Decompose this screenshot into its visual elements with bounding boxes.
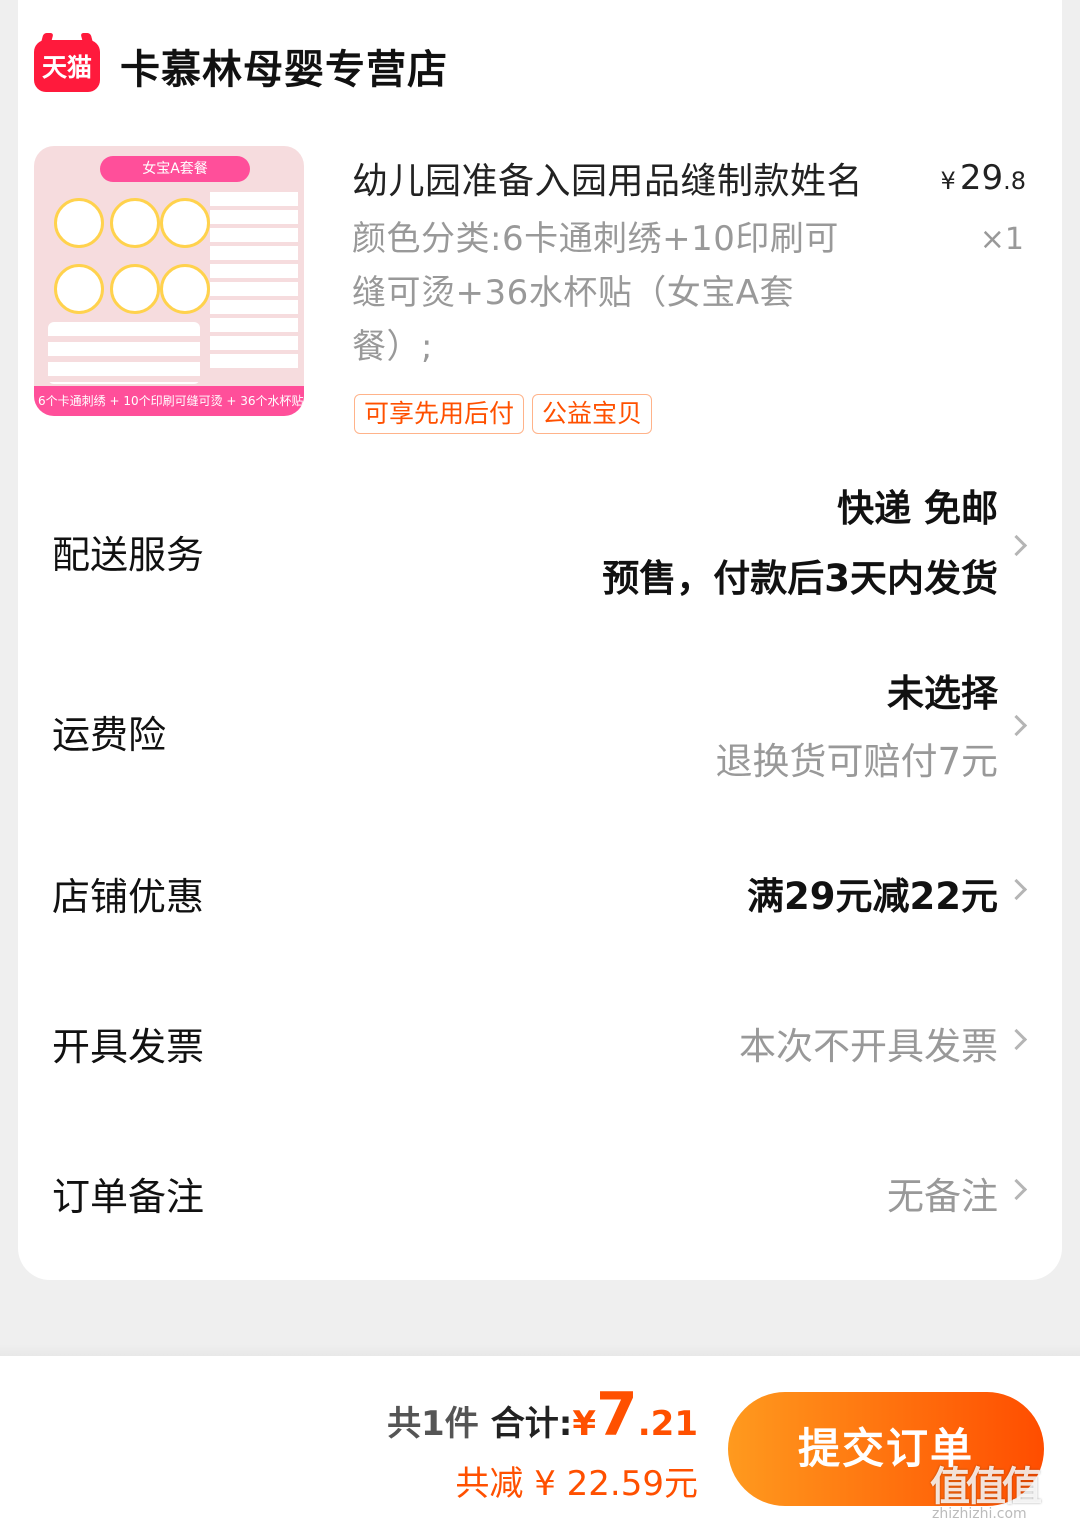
- product-price: ¥29.8: [940, 158, 1026, 198]
- delivery-method: 快递 免邮: [837, 487, 998, 530]
- product-tags: 可享先用后付 公益宝贝: [354, 394, 653, 434]
- remark-row[interactable]: 订单备注 无备注: [52, 1162, 1028, 1222]
- delivery-row[interactable]: 配送服务 快递 免邮 预售，付款后3天内发货: [52, 484, 1028, 614]
- product-quantity: ×1: [979, 222, 1024, 257]
- patch-sun: [110, 198, 160, 248]
- product-title[interactable]: 幼儿园准备入园用品缝制款姓名: [352, 152, 863, 204]
- patch-princess: [160, 264, 210, 314]
- patch-rabbit: [54, 198, 104, 248]
- total-integer: 7: [596, 1380, 638, 1450]
- chevron-right-icon: [1005, 878, 1028, 901]
- invoice-label: 开具发票: [52, 1025, 205, 1069]
- chevron-right-icon: [1005, 1028, 1028, 1051]
- label-ovals: [48, 322, 200, 384]
- discount-row[interactable]: 店铺优惠 满29元减22元: [52, 862, 1028, 922]
- store-name[interactable]: 卡慕林母婴专营店: [120, 37, 448, 95]
- patch-cat: [160, 198, 210, 248]
- invoice-row[interactable]: 开具发票 本次不开具发票: [52, 1012, 1028, 1072]
- tmall-logo: 天猫: [34, 40, 100, 92]
- insurance-label: 运费险: [52, 713, 167, 757]
- invoice-value: 本次不开具发票: [739, 1025, 998, 1068]
- product-image-caption: 6个卡通刺绣 + 10个印刷可缝可烫 + 36个水杯贴: [34, 386, 304, 416]
- patch-bunny: [110, 264, 160, 314]
- chevron-right-icon: [1005, 534, 1028, 557]
- discount-label: 店铺优惠: [52, 875, 205, 919]
- chevron-right-icon: [1005, 1178, 1028, 1201]
- insurance-status: 未选择: [887, 672, 998, 715]
- product-image-banner: 女宝A套餐: [100, 156, 250, 182]
- insurance-desc: 退换货可赔付7元: [715, 740, 998, 783]
- patch-rainbow: [54, 264, 104, 314]
- insurance-row[interactable]: 运费险 未选择 退换货可赔付7元: [52, 668, 1028, 788]
- remark-value: 无备注: [887, 1175, 998, 1218]
- insurance-values: 未选择 退换货可赔付7元: [715, 668, 998, 788]
- total-savings: 共减 ¥ 22.59元: [455, 1464, 698, 1504]
- watermark-logo: 值值值: [930, 1464, 1042, 1510]
- product-image[interactable]: 女宝A套餐 6个卡通刺绣 + 10个印刷可缝可烫 + 36个水杯贴: [34, 146, 304, 416]
- delivery-label: 配送服务: [52, 533, 205, 577]
- delivery-presale: 预售，付款后3天内发货: [602, 557, 998, 600]
- total-decimal: .21: [637, 1404, 698, 1444]
- tag-charity: 公益宝贝: [532, 394, 653, 434]
- item-count: 共1件: [387, 1404, 479, 1444]
- chevron-right-icon: [1005, 714, 1028, 737]
- total-label: 合计:: [490, 1404, 573, 1444]
- tag-pay-later: 可享先用后付: [354, 394, 525, 434]
- remark-label: 订单备注: [52, 1175, 205, 1219]
- total-currency: ¥: [572, 1404, 597, 1444]
- watermark-url: zhizhizhi.com: [932, 1506, 1027, 1522]
- delivery-values: 快递 免邮 预售，付款后3天内发货: [602, 484, 998, 604]
- product-spec[interactable]: 颜色分类:6卡通刺绣+10印刷可缝可烫+36水杯贴（女宝A套餐）;: [352, 212, 872, 374]
- order-total: 共1件 合计: ¥ 7 .21: [387, 1380, 698, 1450]
- store-header[interactable]: 天猫 卡慕林母婴专营店: [34, 36, 448, 96]
- sticker-grid: [210, 192, 298, 368]
- discount-value: 满29元减22元: [747, 875, 998, 918]
